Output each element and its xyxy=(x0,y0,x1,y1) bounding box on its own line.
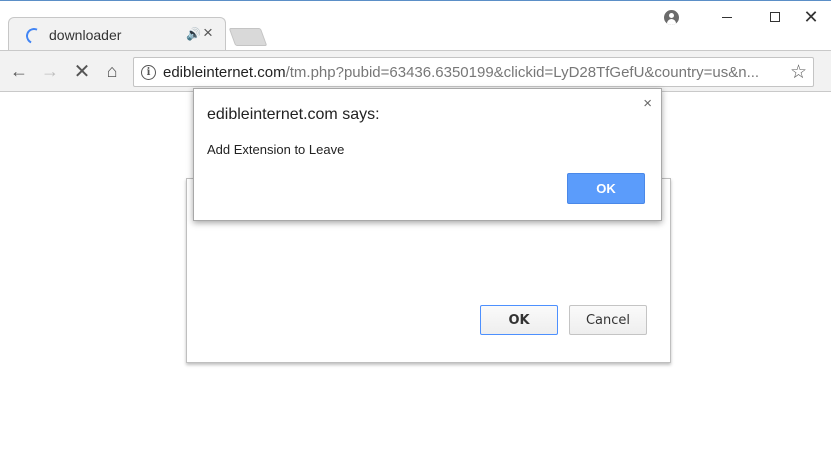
url-path: /tm.php?pubid=63436.6350199&clickid=LyD2… xyxy=(285,64,760,81)
url-host: edibleinternet.com xyxy=(163,64,286,81)
leave-cancel-button[interactable]: Cancel xyxy=(569,305,647,335)
tab-close-icon[interactable]: × xyxy=(203,23,213,42)
browser-window: downloader 🔊 × ✕ ← → ✕ ⌂ i edibleinterne… xyxy=(0,0,831,474)
close-window-icon[interactable]: ✕ xyxy=(801,7,821,27)
alert-close-icon[interactable]: × xyxy=(643,95,652,112)
tab-strip: downloader 🔊 × ✕ xyxy=(0,0,831,51)
maximize-icon[interactable] xyxy=(765,7,785,27)
alert-title: edibleinternet.com says: xyxy=(207,106,380,123)
forward-arrow-icon[interactable]: → xyxy=(38,59,62,83)
minimize-icon[interactable] xyxy=(717,7,737,27)
site-info-icon[interactable]: i xyxy=(141,65,156,80)
js-alert-dialog: edibleinternet.com says: × Add Extension… xyxy=(193,88,662,221)
tab-title: downloader xyxy=(49,27,122,43)
toolbar: ← → ✕ ⌂ i edibleinternet.com/tm.php?pubi… xyxy=(0,50,831,92)
alert-message: Add Extension to Leave xyxy=(207,142,345,157)
leave-ok-button[interactable]: OK xyxy=(480,305,558,335)
back-arrow-icon[interactable]: ← xyxy=(7,59,31,83)
loading-spinner-icon xyxy=(23,25,45,47)
profile-icon[interactable] xyxy=(661,7,681,27)
speaker-icon[interactable]: 🔊 xyxy=(186,27,201,41)
tab-downloader[interactable]: downloader 🔊 × xyxy=(8,17,226,51)
home-icon[interactable]: ⌂ xyxy=(100,59,124,83)
new-tab-button[interactable] xyxy=(228,28,268,46)
bookmark-star-icon[interactable]: ☆ xyxy=(790,61,807,84)
url-text[interactable]: edibleinternet.com/tm.php?pubid=63436.63… xyxy=(163,64,783,81)
address-bar[interactable]: i edibleinternet.com/tm.php?pubid=63436.… xyxy=(133,57,814,87)
stop-loading-icon[interactable]: ✕ xyxy=(70,59,94,83)
alert-ok-button[interactable]: OK xyxy=(567,173,645,204)
